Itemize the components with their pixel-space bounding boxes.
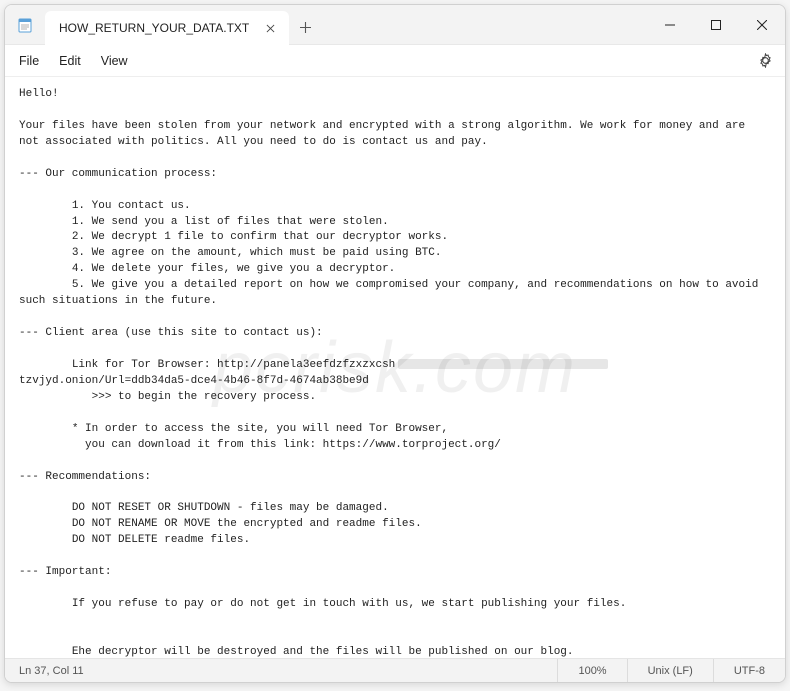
text-line: 4. We delete your files, we give you a d… [72,263,395,275]
menu-file[interactable]: File [9,50,49,72]
text-line: DO NOT RESET OR SHUTDOWN - files may be … [72,502,389,514]
text-line: >>> to begin the recovery process. [92,391,316,403]
gear-icon [758,53,773,68]
statusbar: Ln 37, Col 11 100% Unix (LF) UTF-8 [5,658,785,682]
status-line-ending[interactable]: Unix (LF) [627,659,713,682]
text-line: 1. You contact us. [72,200,191,212]
status-zoom[interactable]: 100% [557,659,626,682]
text-line: 1. We send you a list of files that were… [72,216,389,228]
text-line: --- Our communication process: [19,168,217,180]
tab-title: HOW_RETURN_YOUR_DATA.TXT [59,21,249,35]
text-line: you can download it from this link: http… [72,439,501,451]
text-line: * In order to access the site, you will … [72,423,448,435]
text-line: tzvjyd.onion/Url=ddb34da5-dce4-4b46-8f7d… [19,375,369,387]
text-line: --- Important: [19,566,111,578]
status-position[interactable]: Ln 37, Col 11 [5,665,557,677]
text-content[interactable]: Hello! Your files have been stolen from … [5,77,785,658]
close-window-button[interactable] [739,5,785,44]
plus-icon [300,22,311,33]
text-line: 3. We agree on the amount, which must be… [72,247,442,259]
tab-active[interactable]: HOW_RETURN_YOUR_DATA.TXT [45,11,289,45]
text-line: --- Client area (use this site to contac… [19,327,323,339]
minimize-icon [665,20,675,30]
close-icon [757,20,767,30]
text-line: Hello! [19,88,59,100]
text-line: If you refuse to pay or do not get in to… [72,598,627,610]
window: HOW_RETURN_YOUR_DATA.TXT File Edit View [4,4,786,683]
maximize-button[interactable] [693,5,739,44]
text-line: Your files have been stolen from your ne… [19,120,752,148]
text-line: 5. We give you a detailed report on how … [19,279,765,307]
close-icon [266,24,275,33]
menu-edit[interactable]: Edit [49,50,91,72]
text-line: DO NOT RENAME OR MOVE the encrypted and … [72,518,422,530]
redacted-segment [398,359,608,369]
text-line: Ehe decryptor will be destroyed and the … [72,646,574,658]
titlebar: HOW_RETURN_YOUR_DATA.TXT [5,5,785,45]
menu-view[interactable]: View [91,50,138,72]
notepad-icon [17,17,33,33]
menubar: File Edit View [5,45,785,77]
text-line: DO NOT DELETE readme files. [72,534,250,546]
new-tab-button[interactable] [289,11,321,44]
maximize-icon [711,20,721,30]
status-encoding[interactable]: UTF-8 [713,659,785,682]
tab-close-button[interactable] [261,19,279,37]
minimize-button[interactable] [647,5,693,44]
text-line: Link for Tor Browser: http://panela3eefd… [72,359,395,371]
window-controls [647,5,785,44]
text-line: --- Recommendations: [19,471,151,483]
settings-button[interactable] [749,45,781,77]
app-icon [5,5,45,44]
text-line: 2. We decrypt 1 file to confirm that our… [72,231,448,243]
